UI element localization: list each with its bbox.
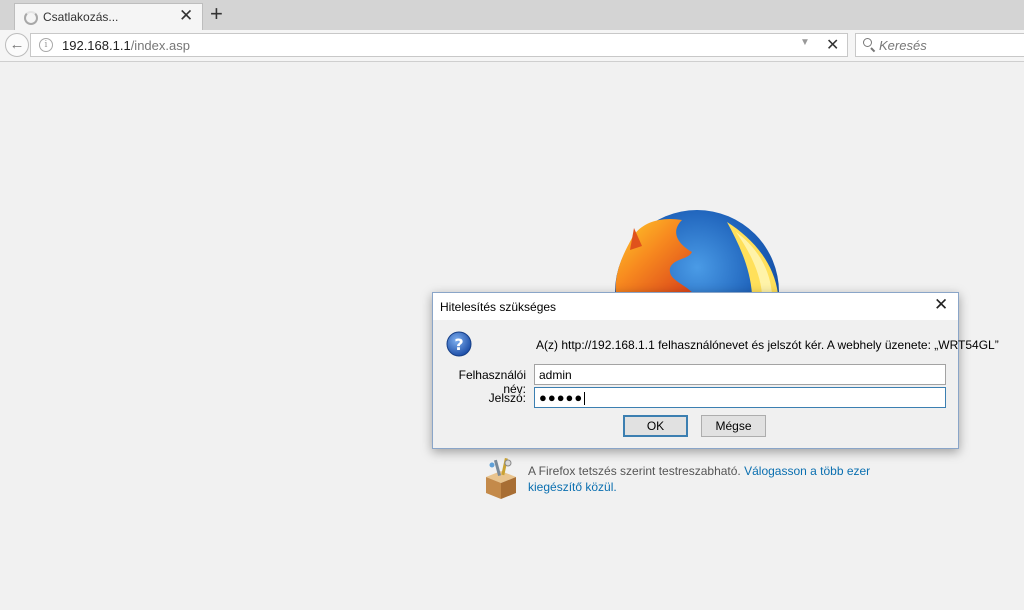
tab-title: Csatlakozás... bbox=[43, 10, 119, 24]
url-text[interactable]: 192.168.1.1/index.asp bbox=[62, 38, 190, 53]
tab-strip: Csatlakozás... ✕ + bbox=[0, 0, 1024, 30]
password-field[interactable]: ●●●●● bbox=[534, 387, 946, 408]
cancel-button[interactable]: Mégse bbox=[701, 415, 766, 437]
auth-dialog: Hitelesítés szükséges ✕ ? A(z) http://19… bbox=[432, 292, 999, 449]
url-bar[interactable]: i 192.168.1.1/index.asp ▼ ✕ bbox=[30, 33, 848, 57]
dialog-title: Hitelesítés szükséges bbox=[440, 300, 557, 314]
tab-active[interactable]: Csatlakozás... ✕ bbox=[14, 3, 203, 30]
svg-text:?: ? bbox=[454, 335, 463, 354]
url-host: 192.168.1.1 bbox=[62, 38, 131, 53]
addons-text: A Firefox tetszés szerint testreszabható… bbox=[528, 464, 745, 478]
password-value: ●●●●● bbox=[539, 390, 584, 405]
username-value: admin bbox=[539, 368, 572, 382]
addons-box-icon bbox=[486, 457, 516, 499]
firefox-logo bbox=[615, 210, 779, 294]
ok-button[interactable]: OK bbox=[623, 415, 688, 437]
tab-close-icon[interactable]: ✕ bbox=[179, 6, 193, 26]
info-icon[interactable]: i bbox=[39, 38, 53, 52]
question-icon: ? bbox=[446, 331, 472, 357]
username-field[interactable]: admin bbox=[534, 364, 946, 385]
search-placeholder: Keresés bbox=[879, 38, 927, 53]
search-icon bbox=[863, 38, 876, 53]
navigation-bar: ← i 192.168.1.1/index.asp ▼ ✕ Keresés bbox=[0, 30, 1024, 62]
url-path: /index.asp bbox=[130, 38, 190, 53]
new-tab-button[interactable]: + bbox=[210, 2, 223, 26]
back-button[interactable]: ← bbox=[5, 33, 29, 57]
loading-spinner-icon bbox=[24, 11, 38, 25]
back-arrow-icon: ← bbox=[9, 36, 25, 53]
addons-notice: A Firefox tetszés szerint testreszabható… bbox=[528, 463, 898, 495]
text-caret bbox=[584, 392, 586, 406]
dialog-message: A(z) http://192.168.1.1 felhasználónevet… bbox=[536, 338, 999, 352]
url-dropdown-icon[interactable]: ▼ bbox=[800, 37, 810, 48]
search-bar[interactable]: Keresés bbox=[855, 33, 1024, 57]
stop-icon[interactable]: ✕ bbox=[826, 35, 839, 55]
dialog-close-icon[interactable]: ✕ bbox=[934, 295, 948, 315]
password-label: Jelszó: bbox=[488, 391, 526, 405]
dialog-titlebar: Hitelesítés szükséges ✕ bbox=[433, 293, 958, 320]
